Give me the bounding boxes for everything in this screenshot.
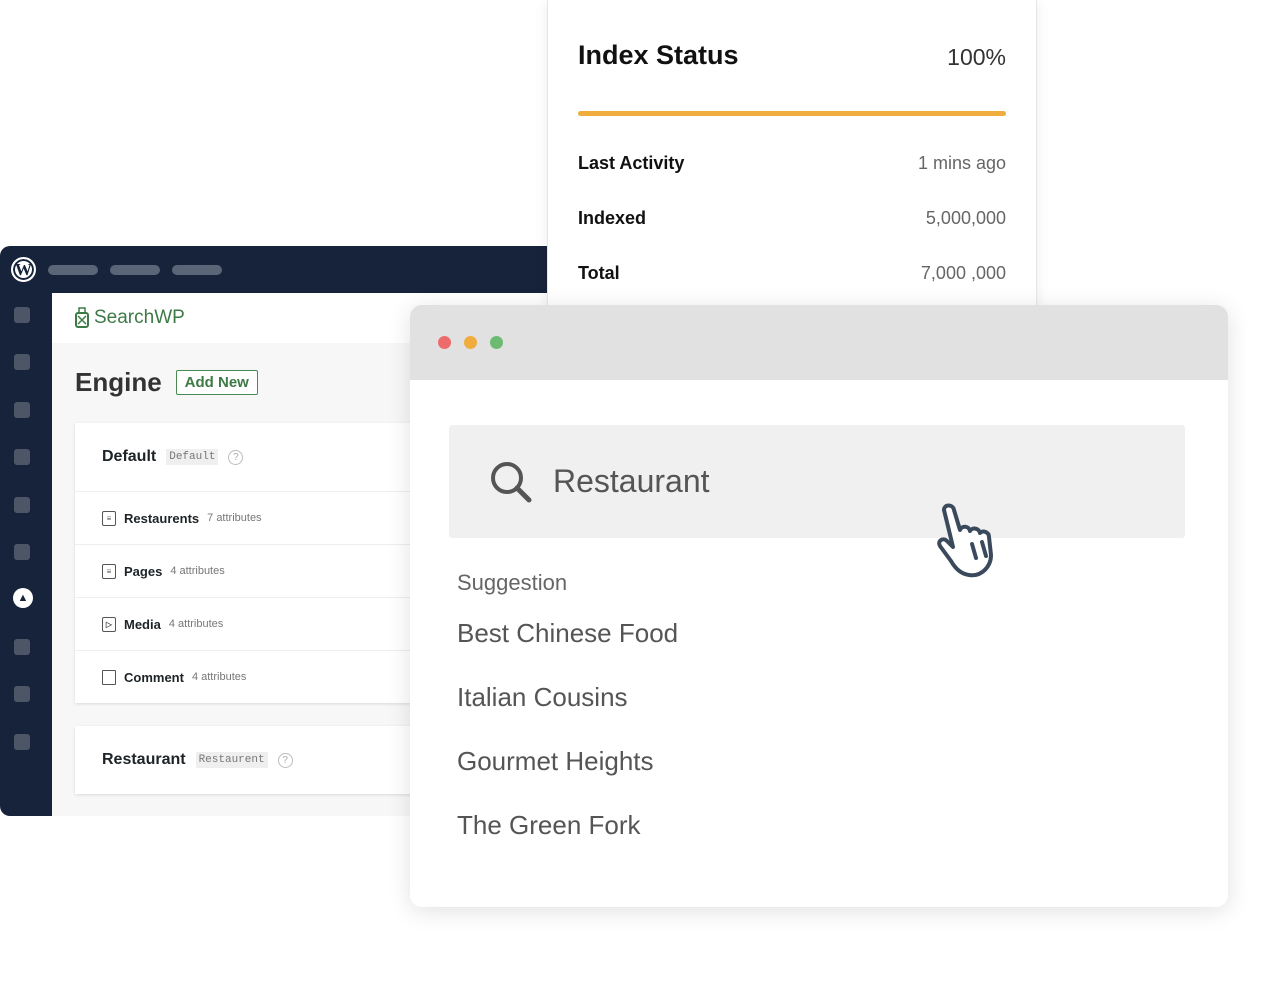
admin-bar-item[interactable] bbox=[110, 264, 160, 275]
menu-item-icon[interactable] bbox=[14, 639, 30, 655]
add-new-button[interactable]: Add New bbox=[175, 370, 258, 395]
source-attrs: 7 attributes bbox=[207, 512, 262, 524]
pointer-hand-icon bbox=[937, 503, 993, 578]
index-percent: 100% bbox=[947, 44, 1006, 70]
source-attrs: 4 attributes bbox=[168, 618, 224, 630]
stat-row: Total 7,000 ,000 bbox=[578, 246, 1006, 301]
source-name: Pages bbox=[124, 563, 163, 579]
document-plus-icon: ≡ bbox=[102, 510, 116, 526]
source-attrs: 4 attributes bbox=[170, 565, 225, 577]
menu-item-icon[interactable] bbox=[14, 497, 30, 513]
suggestion-item[interactable]: Italian Cousins bbox=[457, 682, 678, 746]
stat-value: 5,000,000 bbox=[925, 208, 1006, 228]
admin-bar: W bbox=[0, 246, 560, 293]
menu-item-icon[interactable] bbox=[14, 544, 30, 560]
searchwp-menu-icon[interactable]: ▲ bbox=[13, 588, 33, 608]
index-title: Index Status bbox=[578, 40, 739, 70]
minimize-dot-icon[interactable] bbox=[464, 336, 477, 349]
suggestion-label: Suggestion bbox=[457, 570, 568, 595]
stat-label: Last Activity bbox=[578, 153, 685, 173]
window-titlebar bbox=[410, 305, 1228, 380]
brand-name: SearchWP bbox=[94, 307, 185, 328]
engine-slug: Restaurent bbox=[195, 752, 268, 768]
menu-item-icon[interactable] bbox=[14, 402, 30, 418]
index-progress-bar bbox=[578, 111, 1006, 116]
menu-item-icon[interactable] bbox=[14, 354, 30, 370]
stat-label: Indexed bbox=[578, 208, 647, 228]
stat-row: Indexed 5,000,000 bbox=[578, 191, 1006, 246]
admin-bar-item[interactable] bbox=[48, 264, 98, 275]
stat-value: 1 mins ago bbox=[917, 153, 1006, 173]
index-status-card: Index Status 100% Last Activity 1 mins ago… bbox=[547, 0, 1037, 320]
search-icon bbox=[491, 461, 532, 502]
admin-sidebar: ▲ bbox=[0, 293, 52, 816]
page-title: Engine bbox=[75, 367, 162, 397]
suggestion-item[interactable]: Best Chinese Food bbox=[457, 618, 678, 682]
search-input[interactable] bbox=[553, 463, 1053, 500]
admin-bar-item[interactable] bbox=[172, 264, 222, 275]
close-dot-icon[interactable] bbox=[438, 336, 451, 349]
stat-row: Last Activity 1 mins ago bbox=[578, 136, 1006, 191]
wordpress-logo-icon[interactable]: W bbox=[11, 257, 36, 282]
help-icon[interactable]: ? bbox=[277, 752, 293, 768]
engine-name: Default bbox=[102, 448, 157, 465]
suggestion-item[interactable]: The Green Fork bbox=[457, 810, 678, 874]
page-icon: ≡ bbox=[102, 563, 116, 579]
suggestion-list: Suggestion Best Chinese Food Italian Cou… bbox=[457, 570, 678, 874]
source-attrs: 4 attributes bbox=[191, 671, 247, 683]
source-name: Media bbox=[124, 616, 161, 632]
maximize-dot-icon[interactable] bbox=[490, 336, 503, 349]
stat-label: Total bbox=[578, 263, 620, 283]
engine-slug: Default bbox=[166, 449, 219, 465]
menu-item-icon[interactable] bbox=[14, 734, 30, 750]
menu-item-icon[interactable] bbox=[14, 686, 30, 702]
lantern-icon bbox=[75, 307, 89, 328]
engine-name: Restaurant bbox=[102, 751, 186, 768]
search-window: Suggestion Best Chinese Food Italian Cou… bbox=[410, 305, 1228, 907]
help-icon[interactable]: ? bbox=[228, 449, 244, 465]
comment-icon bbox=[102, 669, 116, 685]
suggestion-item[interactable]: Gourmet Heights bbox=[457, 746, 678, 810]
source-name: Restaurents bbox=[124, 510, 200, 526]
search-box[interactable] bbox=[449, 425, 1185, 538]
menu-item-icon[interactable] bbox=[14, 307, 30, 323]
stat-value: 7,000 ,000 bbox=[920, 263, 1006, 283]
menu-item-icon[interactable] bbox=[14, 449, 30, 465]
media-icon: ▷ bbox=[102, 616, 116, 632]
source-name: Comment bbox=[124, 669, 184, 685]
